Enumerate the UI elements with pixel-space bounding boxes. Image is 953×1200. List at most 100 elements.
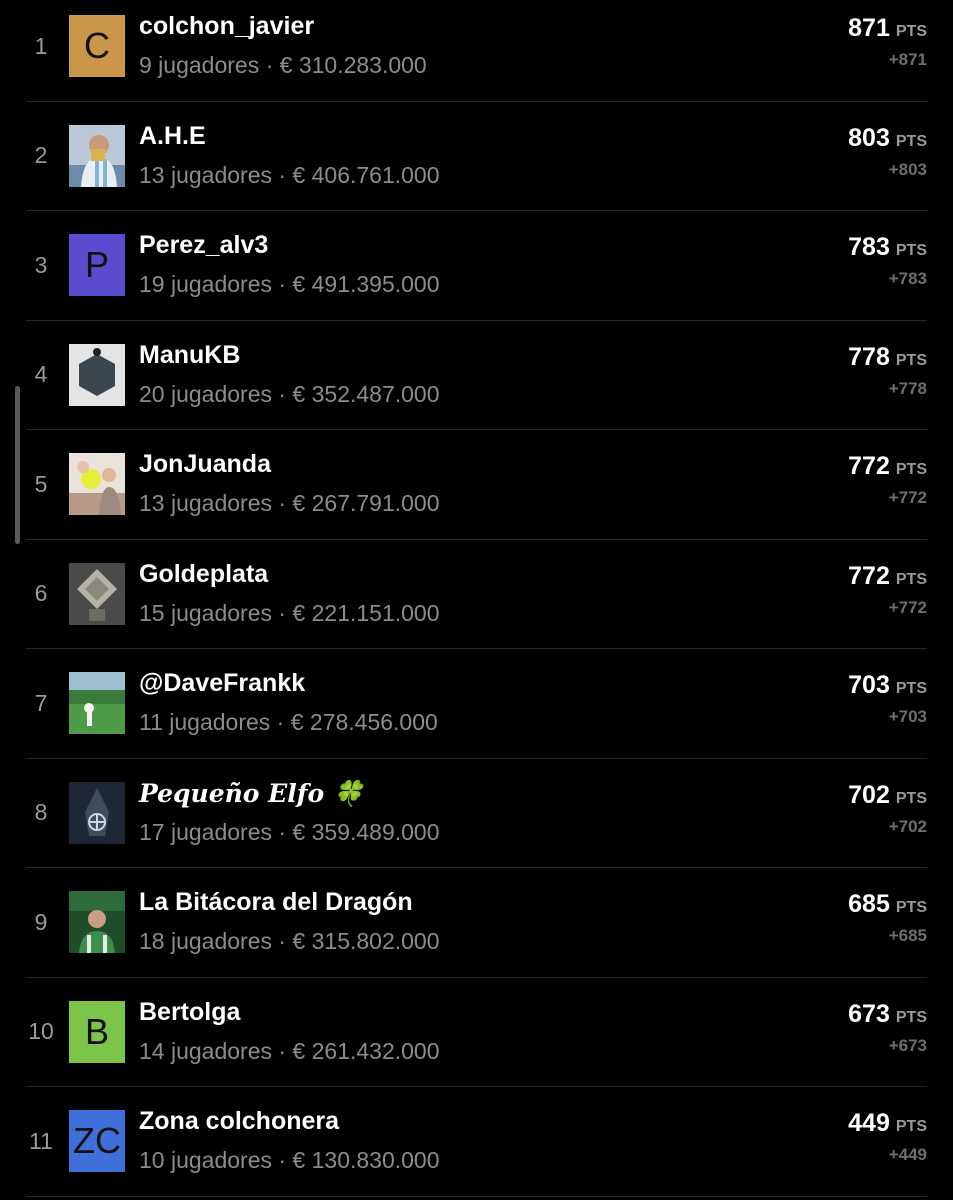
points-unit: PTS	[895, 242, 927, 259]
rank-number: 9	[34, 908, 48, 935]
points: 772 PTS	[848, 562, 927, 591]
rank-number: 11	[29, 1127, 53, 1154]
points-value: 703	[848, 671, 890, 699]
points-unit: PTS	[895, 132, 927, 150]
points-delta: +702	[888, 816, 927, 836]
points-delta: +449	[888, 1145, 927, 1164]
leaderboard-list: 1 C colchon_javier 9 jugadores · € 310.2…	[0, 0, 953, 1197]
points-value: 778	[848, 342, 890, 371]
points-value: 702	[848, 780, 890, 809]
points-unit: PTS	[895, 570, 927, 588]
trophy-photo-icon	[69, 562, 125, 625]
manukb-logo-icon	[69, 343, 125, 406]
team-summary: 15 jugadores · € 221.151.000	[139, 599, 440, 626]
rank-number: 3	[34, 251, 48, 278]
points-value: 449	[848, 1109, 890, 1137]
points: 685 PTS	[848, 890, 927, 919]
points-delta: +772	[888, 488, 927, 507]
points-value: 673	[848, 999, 890, 1028]
rank-number: 5	[34, 470, 48, 497]
points: 871 PTS	[848, 14, 927, 43]
leaderboard-row[interactable]: 3 P Perez_alv3 19 jugadores · € 491.395.…	[26, 211, 927, 321]
player-photo-icon	[69, 124, 125, 187]
team-summary: 9 jugadores · € 310.283.000	[139, 52, 427, 78]
points-delta: +685	[888, 926, 927, 945]
rank-number: 2	[34, 142, 48, 169]
football-field-photo-icon	[69, 672, 125, 735]
points-unit: PTS	[895, 351, 927, 369]
points: 772 PTS	[848, 452, 927, 481]
points-value: 783	[848, 233, 890, 261]
rank-number: 10	[28, 1018, 54, 1045]
team-name: Perez_alv3	[139, 231, 269, 259]
points: 778 PTS	[848, 343, 927, 372]
team-summary: 13 jugadores · € 267.791.000	[139, 490, 440, 516]
leaderboard-row[interactable]: 9 La Bitácora del Dragón 18 jugadores · …	[26, 868, 927, 978]
points-unit: PTS	[895, 680, 927, 697]
points-delta: +803	[888, 159, 927, 179]
points: 703 PTS	[848, 671, 927, 700]
avatar-letter: B	[84, 1010, 109, 1052]
family-photo-icon	[69, 453, 125, 516]
points-unit: PTS	[895, 23, 927, 40]
rank-number: 6	[34, 580, 48, 607]
team-name: Pequeño Elfo 🍀	[139, 778, 364, 808]
points-value: 772	[848, 561, 890, 590]
points-delta: +778	[888, 378, 927, 398]
points-unit: PTS	[895, 1008, 927, 1026]
points: 702 PTS	[848, 781, 927, 810]
team-name: Goldeplata	[139, 559, 269, 588]
avatar: C	[69, 15, 125, 78]
avatar: B	[69, 1000, 125, 1063]
leaderboard-row[interactable]: 1 C colchon_javier 9 jugadores · € 310.2…	[26, 0, 927, 102]
avatar: ZC	[69, 1110, 125, 1173]
rank-number: 7	[34, 689, 48, 716]
avatar-letter: P	[84, 244, 109, 286]
leaderboard-row[interactable]: 10 B Bertolga 14 jugadores · € 261.432.0…	[26, 978, 927, 1087]
points-delta: +871	[888, 50, 927, 69]
avatar-letter: ZC	[73, 1120, 121, 1162]
rank-number: 1	[34, 32, 48, 59]
team-name: Bertolga	[139, 997, 241, 1026]
elf-emblem-icon	[69, 781, 125, 844]
team-name: JonJuanda	[139, 450, 271, 478]
leaderboard-row[interactable]: 7 @DaveFrankk 11 jugadores · € 278.456.0…	[26, 649, 927, 759]
rank-number: 4	[34, 361, 48, 388]
team-name: colchon_javier	[139, 12, 315, 40]
team-name: A.H.E	[139, 121, 206, 150]
points: 783 PTS	[848, 233, 927, 262]
points-value: 772	[848, 452, 890, 480]
leaderboard-row[interactable]: 2 A.H.E 13 jugadores · € 406.761.000 803…	[26, 102, 927, 211]
points: 673 PTS	[848, 1000, 927, 1029]
points: 803 PTS	[848, 124, 927, 153]
team-summary: 18 jugadores · € 315.802.000	[139, 928, 440, 954]
team-name: ManuKB	[139, 340, 241, 369]
rank-number: 8	[34, 799, 48, 826]
points-value: 803	[848, 123, 890, 152]
points-value: 871	[848, 14, 890, 42]
points-unit: PTS	[895, 899, 927, 916]
points-delta: +783	[888, 269, 927, 288]
leaderboard-row[interactable]: 4 ManuKB 20 jugadores · € 352.487.000 77…	[26, 321, 927, 430]
avatar: P	[69, 234, 125, 297]
team-summary: 10 jugadores · € 130.830.000	[139, 1147, 440, 1173]
team-name: Zona colchonera	[139, 1107, 340, 1135]
points-unit: PTS	[895, 789, 927, 807]
team-summary: 13 jugadores · € 406.761.000	[139, 161, 440, 188]
avatar-letter: C	[84, 25, 110, 67]
team-name: La Bitácora del Dragón	[139, 888, 413, 916]
points-unit: PTS	[895, 1118, 927, 1135]
leaderboard-row[interactable]: 11 ZC Zona colchonera 10 jugadores · € 1…	[26, 1087, 927, 1197]
points-delta: +772	[888, 597, 927, 617]
team-summary: 17 jugadores · € 359.489.000	[139, 818, 440, 845]
leaderboard-row[interactable]: 8 Pequeño Elfo 🍀 17 jugadores · € 359.48…	[26, 759, 927, 868]
points-delta: +673	[888, 1035, 927, 1055]
team-summary: 14 jugadores · € 261.432.000	[139, 1037, 440, 1064]
team-summary: 20 jugadores · € 352.487.000	[139, 380, 440, 407]
leaderboard-row[interactable]: 5 JonJuanda 13 jugadores · € 267.791.000…	[26, 430, 927, 540]
dragon-player-photo-icon	[69, 891, 125, 954]
team-summary: 11 jugadores · € 278.456.000	[139, 709, 438, 735]
points-unit: PTS	[895, 461, 927, 478]
points: 449 PTS	[848, 1109, 927, 1138]
leaderboard-row[interactable]: 6 Goldeplata 15 jugadores · € 221.151.00…	[26, 540, 927, 649]
